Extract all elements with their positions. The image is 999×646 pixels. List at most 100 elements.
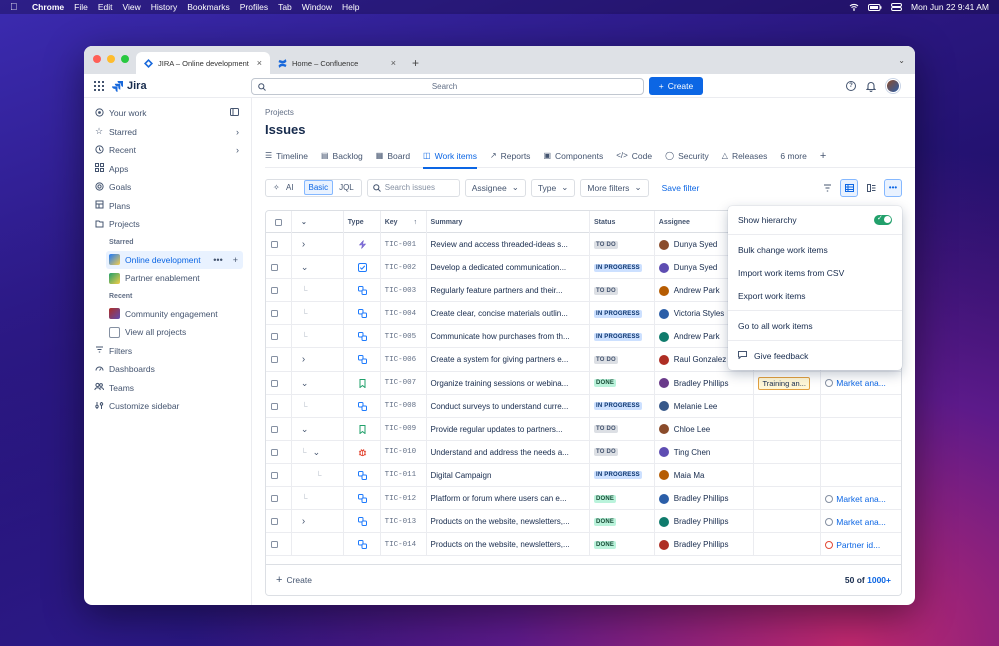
sidebar-project-partner-enablement[interactable]: Partner enablement [84, 269, 251, 288]
help-icon[interactable]: ? [846, 81, 856, 91]
menu-item-go-to-all[interactable]: Go to all work items [728, 314, 902, 337]
status-badge[interactable]: DONE [593, 517, 617, 526]
table-row[interactable]: └ TIC-011 Digital Campaign IN PROGRESS Maia … [266, 463, 901, 488]
row-checkbox[interactable] [271, 541, 278, 549]
assignee-name[interactable]: Raul Gonzalez [674, 355, 726, 364]
expand-row-chevron-icon[interactable]: › [302, 354, 305, 365]
row-checkbox[interactable] [271, 241, 278, 248]
issue-summary[interactable]: Create a system for giving partners e... [431, 355, 569, 364]
status-badge[interactable]: TO DO [593, 240, 618, 249]
issue-summary[interactable]: Digital Campaign [431, 471, 492, 480]
assignee-name[interactable]: Bradley Phillips [674, 494, 729, 503]
issue-search-input[interactable]: Search issues [366, 178, 460, 197]
assignee-name[interactable]: Andrew Park [674, 286, 720, 295]
issue-key[interactable]: TIC-005 [385, 333, 417, 341]
tab-components[interactable]: ▣ Components [543, 144, 603, 168]
issue-key[interactable]: TIC-010 [385, 448, 417, 456]
menubar-file[interactable]: File [74, 2, 88, 12]
collapse-row-chevron-icon[interactable]: ⌄ [301, 262, 309, 273]
assignee-filter-dropdown[interactable]: Assignee ⌄ [464, 178, 526, 197]
jql-search-button[interactable]: JQL [335, 181, 358, 194]
expand-row-chevron-icon[interactable]: › [302, 239, 305, 250]
app-switcher-icon[interactable] [94, 80, 104, 91]
more-actions-icon[interactable]: ••• [213, 255, 222, 265]
save-filter-button[interactable]: Save filter [662, 183, 700, 193]
sidebar-item-apps[interactable]: Apps [84, 160, 251, 179]
status-badge[interactable]: TO DO [593, 425, 618, 434]
table-row[interactable]: ⌄ TIC-007 Organize training sessions or we… [266, 371, 901, 395]
tab-backlog[interactable]: ▤ Backlog [321, 144, 363, 168]
detail-view-icon[interactable] [862, 179, 880, 197]
assignee-name[interactable]: Melanie Lee [674, 402, 718, 411]
linked-goal[interactable]: Partner id... [825, 540, 880, 550]
select-all-checkbox[interactable] [266, 211, 292, 233]
sidebar-item-plans[interactable]: Plans [84, 197, 251, 216]
zoom-window-button[interactable] [121, 55, 129, 63]
breadcrumb[interactable]: Projects [265, 108, 294, 117]
column-header-summary[interactable]: Summary [427, 211, 590, 233]
sidebar-item-recent[interactable]: Recent › [84, 141, 251, 160]
jira-logo[interactable]: Jira [112, 80, 147, 92]
tab-more[interactable]: 6 more [780, 144, 806, 168]
notifications-bell-icon[interactable] [866, 81, 876, 92]
user-avatar[interactable] [886, 79, 900, 93]
assignee-name[interactable]: Bradley Phillips [674, 540, 729, 549]
tab-timeline[interactable]: ☰ Timeline [265, 144, 308, 168]
menubar-window[interactable]: Window [302, 2, 332, 12]
sidebar-item-teams[interactable]: Teams [84, 379, 251, 398]
sidebar-item-goals[interactable]: Goals [84, 178, 251, 197]
status-badge[interactable]: DONE [593, 379, 617, 388]
issue-summary[interactable]: Regularly feature partners and their... [431, 286, 563, 295]
global-search-input[interactable]: Search [251, 78, 644, 95]
row-checkbox[interactable] [271, 333, 278, 341]
issue-summary[interactable]: Products on the website, newsletters,... [431, 540, 570, 549]
sidebar-item-dashboards[interactable]: Dashboards [84, 360, 251, 379]
close-window-button[interactable] [93, 55, 101, 63]
close-tab-icon[interactable]: × [257, 58, 262, 68]
issue-key[interactable]: TIC-007 [385, 379, 417, 387]
menu-item-give-feedback[interactable]: Give feedback [728, 344, 902, 367]
status-badge[interactable]: TO DO [593, 448, 618, 457]
issue-summary[interactable]: Understand and address the needs a... [431, 448, 569, 457]
status-badge[interactable]: IN PROGRESS [593, 402, 642, 411]
row-checkbox[interactable] [271, 379, 278, 387]
inline-create-button[interactable]: + Create [276, 574, 312, 586]
menubar-bookmarks[interactable]: Bookmarks [187, 2, 230, 12]
menubar-tab[interactable]: Tab [278, 2, 292, 12]
column-header-key[interactable]: Key ↑ [381, 211, 427, 233]
collapse-row-chevron-icon[interactable]: ⌄ [301, 378, 309, 389]
tab-security[interactable]: ◯ Security [665, 144, 709, 168]
more-filters-dropdown[interactable]: More filters ⌄ [580, 178, 649, 197]
collapse-row-chevron-icon[interactable]: ⌄ [301, 424, 309, 435]
issue-key[interactable]: TIC-006 [385, 356, 417, 364]
table-row[interactable]: └ ⌄ TIC-010 Understand and address the need… [266, 440, 901, 464]
expand-row-chevron-icon[interactable]: › [302, 516, 305, 527]
issue-key[interactable]: TIC-003 [385, 287, 417, 295]
status-badge[interactable]: TO DO [593, 355, 618, 364]
issue-key[interactable]: TIC-009 [385, 425, 417, 433]
tab-search-chevron-icon[interactable]: ⌄ [898, 56, 905, 65]
filter-lines-icon[interactable] [818, 179, 836, 197]
status-badge[interactable]: IN PROGRESS [593, 332, 642, 341]
row-checkbox[interactable] [271, 425, 278, 433]
control-center-icon[interactable] [891, 3, 903, 11]
menu-item-export[interactable]: Export work items [728, 284, 902, 307]
assignee-name[interactable]: Bradley Phillips [674, 517, 729, 526]
menubar-help[interactable]: Help [342, 2, 359, 12]
table-row[interactable]: └ TIC-008 Conduct surveys to understand cu… [266, 394, 901, 418]
type-filter-dropdown[interactable]: Type ⌄ [530, 178, 576, 197]
apple-logo-icon[interactable]:  [10, 2, 22, 13]
menubar-history[interactable]: History [151, 2, 177, 12]
browser-tab-confluence[interactable]: Home – Confluence × [270, 52, 404, 74]
sidebar-item-starred[interactable]: ☆ Starred › [84, 123, 251, 142]
table-row[interactable]: › TIC-013 Products on the website, newslet… [266, 510, 901, 534]
assignee-name[interactable]: Victoria Styles [674, 309, 725, 318]
issue-summary[interactable]: Create clear, concise materials outlin..… [431, 309, 568, 318]
table-row[interactable]: ⌄ TIC-009 Provide regular updates to partn… [266, 417, 901, 441]
assignee-name[interactable]: Bradley Phillips [674, 379, 729, 388]
menu-item-bulk-change[interactable]: Bulk change work items [728, 238, 902, 261]
sidebar-item-customize[interactable]: Customize sidebar [84, 397, 251, 416]
assignee-name[interactable]: Dunya Syed [674, 263, 718, 272]
issue-summary[interactable]: Communicate how purchases from th... [431, 332, 570, 341]
status-badge[interactable]: IN PROGRESS [593, 309, 642, 318]
